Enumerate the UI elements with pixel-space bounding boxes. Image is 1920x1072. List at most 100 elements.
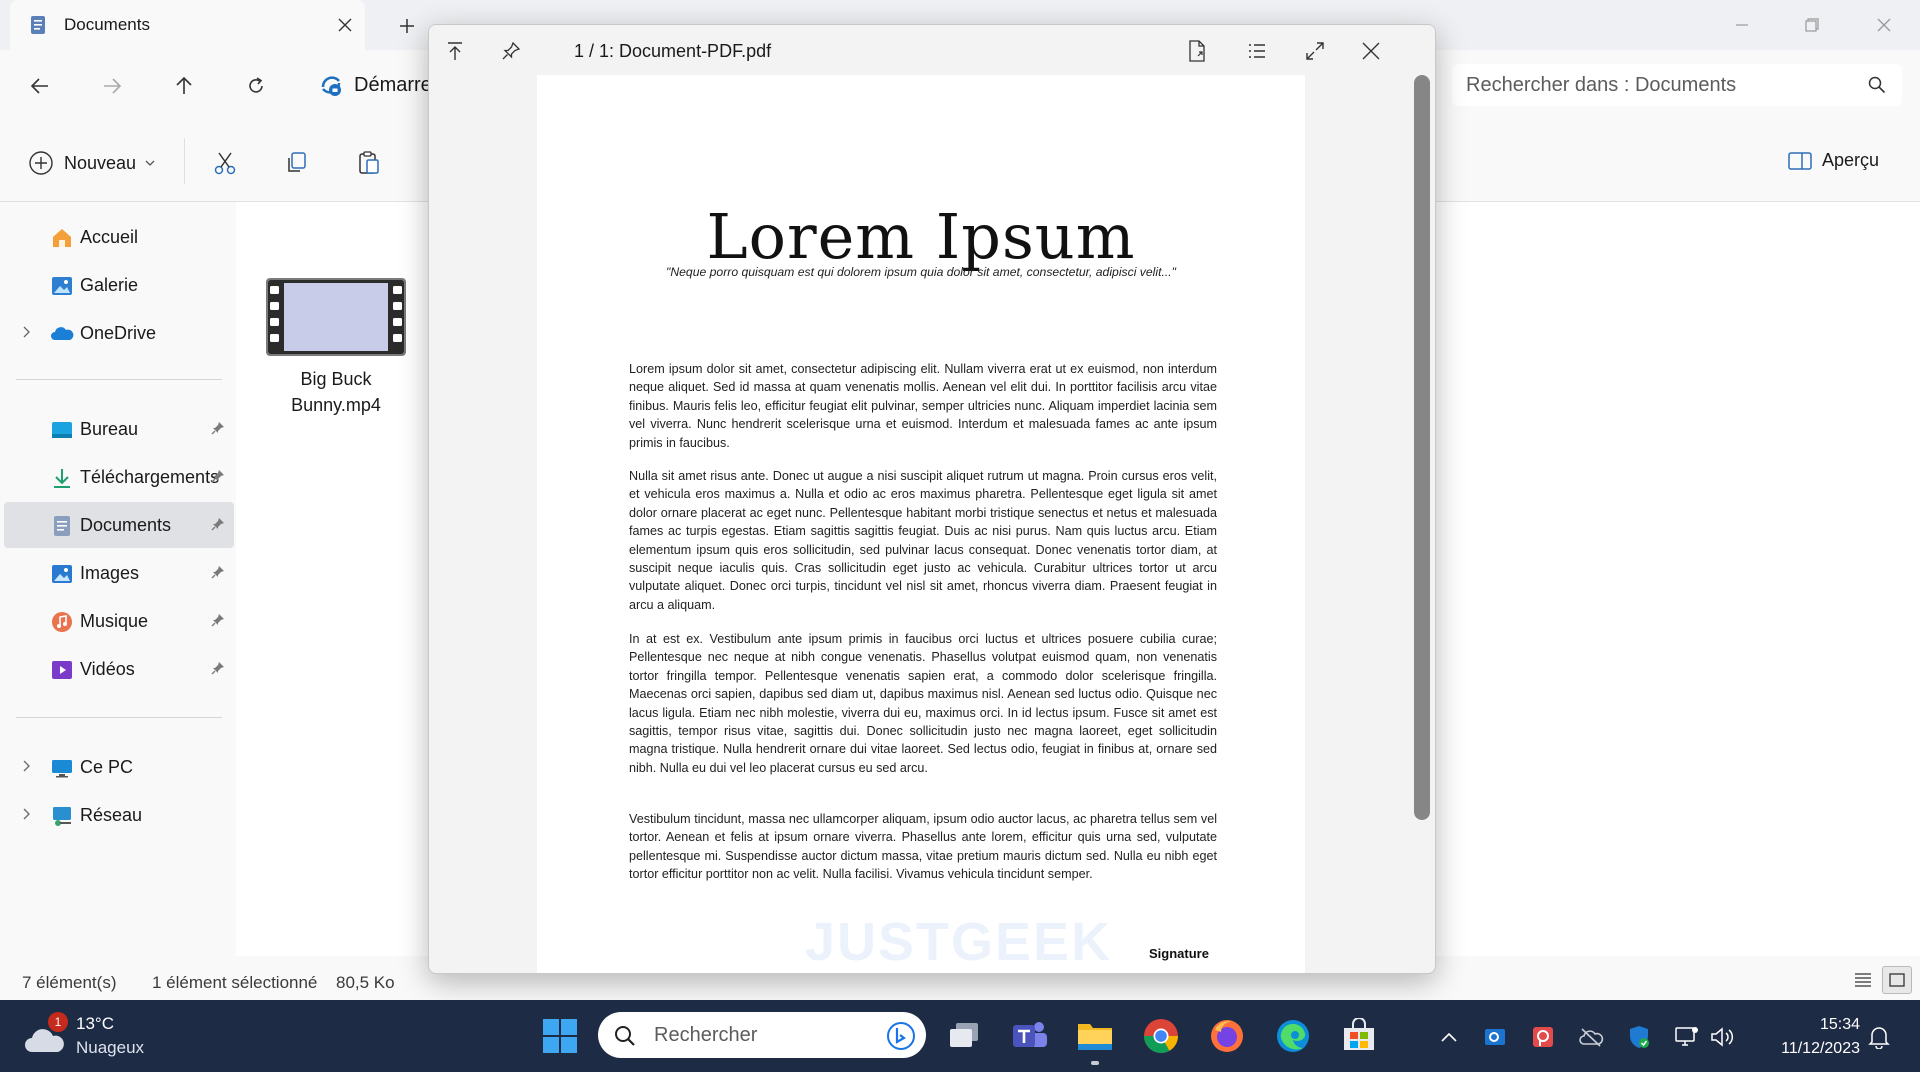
preview-title: 1 / 1: Document-PDF.pdf <box>574 41 772 61</box>
pin-icon[interactable] <box>210 420 226 436</box>
file-name-line: Big Buck <box>300 369 372 389</box>
paste-icon[interactable] <box>354 148 384 178</box>
pin-icon[interactable] <box>210 468 226 484</box>
minimize-button[interactable] <box>1722 10 1762 40</box>
sidebar-item-label: Vidéos <box>80 659 135 679</box>
weather-description: Nuageux <box>76 1038 145 1057</box>
chevron-right-icon[interactable] <box>18 324 34 340</box>
notification-badge: 1 <box>48 1012 68 1032</box>
desktop-folder-icon <box>50 418 74 442</box>
tiles-view-icon[interactable] <box>1882 966 1912 994</box>
teams-icon[interactable] <box>1008 1014 1052 1058</box>
restore-button[interactable] <box>1792 10 1832 40</box>
sidebar-item-label: Documents <box>80 515 172 535</box>
pin-icon[interactable] <box>210 660 226 676</box>
pin-icon[interactable] <box>210 516 226 532</box>
clock-date: 11/12/2023 <box>1781 1040 1860 1057</box>
refresh-button[interactable] <box>238 68 274 104</box>
file-name-line: Bunny.mp4 <box>291 395 381 415</box>
sidebar-item-accueil[interactable]: Accueil <box>4 214 234 260</box>
sidebar-item-telechargements[interactable]: Téléchargements <box>4 454 234 500</box>
sidebar-item-label: Réseau <box>80 805 143 825</box>
tab-title: Documents <box>64 15 150 34</box>
preview-scrollbar[interactable] <box>1414 75 1430 820</box>
back-button[interactable] <box>22 68 58 104</box>
add-circle-icon <box>28 150 54 176</box>
up-button[interactable] <box>166 68 202 104</box>
network-icon <box>50 804 74 828</box>
sidebar-item-label: Images <box>80 563 140 583</box>
preview-window: 1 / 1: Document-PDF.pdf Lorem Ipsum "Neq… <box>428 24 1436 974</box>
search-input[interactable]: Rechercher dans : Documents <box>1452 64 1902 106</box>
bing-icon[interactable] <box>886 1021 916 1051</box>
address-bar[interactable]: Démarrer <box>306 64 446 106</box>
chevron-right-icon[interactable] <box>18 806 34 822</box>
details-view-icon[interactable] <box>1848 966 1878 994</box>
pin-icon[interactable] <box>210 564 226 580</box>
preview-pane-button[interactable]: Aperçu <box>1788 150 1879 171</box>
document-paragraph: Nulla sit amet risus ante. Donec ut augu… <box>629 469 1217 612</box>
sidebar-item-documents[interactable]: Documents <box>4 502 234 548</box>
network-status-icon[interactable] <box>1674 1024 1700 1050</box>
outlook-icon[interactable] <box>1482 1024 1508 1050</box>
chevron-up-icon[interactable] <box>1436 1024 1462 1050</box>
video-file-icon <box>266 278 406 356</box>
edge-icon[interactable] <box>1271 1014 1315 1058</box>
sidebar-item-bureau[interactable]: Bureau <box>4 406 234 452</box>
notification-bell-icon[interactable] <box>1866 1024 1892 1050</box>
preview-pane-label: Aperçu <box>1822 150 1880 170</box>
close-preview-icon[interactable] <box>1357 37 1385 65</box>
cloud-offline-icon[interactable] <box>1578 1024 1604 1050</box>
firefox-icon[interactable] <box>1205 1014 1249 1058</box>
videos-icon <box>50 658 74 682</box>
document-quote: "Neque porro quisquam est qui dolorem ip… <box>666 265 1176 279</box>
sidebar-item-galerie[interactable]: Galerie <box>4 262 234 308</box>
new-tab-button[interactable] <box>392 12 422 40</box>
document-signature: Signature <box>1149 946 1209 961</box>
sidebar-item-onedrive[interactable]: OneDrive <box>4 310 234 356</box>
cut-icon[interactable] <box>210 148 240 178</box>
pc-icon <box>50 756 74 780</box>
system-clock[interactable]: 15:34 11/12/2023 <box>1740 1013 1860 1061</box>
onedrive-icon <box>50 322 74 346</box>
move-to-top-icon[interactable] <box>441 37 469 65</box>
sidebar-divider <box>16 717 222 718</box>
weather-widget[interactable]: 1 13°C Nuageux <box>24 1012 164 1062</box>
tab-documents[interactable]: Documents <box>10 0 365 50</box>
sidebar-item-musique[interactable]: Musique <box>4 598 234 644</box>
taskbar: 1 13°C Nuageux Rechercher 15:34 11/12/20… <box>0 1000 1920 1072</box>
sidebar-item-images[interactable]: Images <box>4 550 234 596</box>
new-button[interactable]: Nouveau <box>28 148 156 178</box>
pdf-reader-icon[interactable] <box>1530 1024 1556 1050</box>
navigation-pane: Accueil Galerie OneDrive Bureau Téléchar… <box>0 202 236 956</box>
sidebar-item-videos[interactable]: Vidéos <box>4 646 234 692</box>
pdf-page: Lorem Ipsum "Neque porro quisquam est qu… <box>537 75 1305 973</box>
document-outline-icon[interactable] <box>1243 37 1271 65</box>
open-with-icon[interactable] <box>1183 37 1211 65</box>
file-item[interactable]: Big Buck Bunny.mp4 <box>256 274 406 415</box>
sidebar-item-ce-pc[interactable]: Ce PC <box>4 744 234 790</box>
item-count: 7 élément(s) <box>22 973 117 992</box>
volume-icon[interactable] <box>1710 1024 1736 1050</box>
sidebar-item-label: Téléchargements <box>80 467 220 487</box>
pin-icon[interactable] <box>497 37 525 65</box>
search-icon <box>1868 76 1886 94</box>
file-explorer-icon[interactable] <box>1073 1014 1117 1058</box>
copy-icon[interactable] <box>282 148 312 178</box>
forward-button[interactable] <box>94 68 130 104</box>
close-window-button[interactable] <box>1864 10 1904 40</box>
close-tab-icon[interactable] <box>332 12 358 38</box>
music-icon <box>50 610 74 634</box>
task-view-icon[interactable] <box>942 1014 986 1058</box>
windows-start-icon[interactable] <box>538 1014 582 1058</box>
chevron-right-icon[interactable] <box>18 758 34 774</box>
expand-icon[interactable] <box>1301 37 1329 65</box>
security-shield-icon[interactable] <box>1626 1024 1652 1050</box>
chrome-icon[interactable] <box>1139 1014 1183 1058</box>
sidebar-item-reseau[interactable]: Réseau <box>4 792 234 838</box>
download-icon <box>50 466 74 490</box>
microsoft-store-icon[interactable] <box>1337 1014 1381 1058</box>
pin-icon[interactable] <box>210 612 226 628</box>
preview-pane-icon <box>1788 151 1812 171</box>
taskbar-search[interactable]: Rechercher <box>598 1012 926 1058</box>
